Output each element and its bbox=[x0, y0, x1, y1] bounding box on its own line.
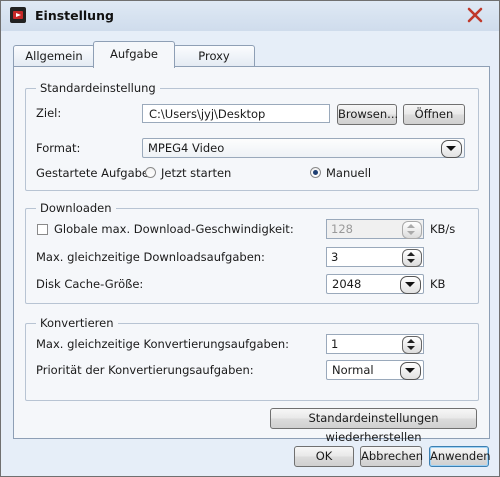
restore-defaults-button[interactable]: Standardeinstellungen wiederherstellen bbox=[270, 408, 477, 444]
apply-button[interactable]: Anwenden bbox=[429, 446, 491, 467]
format-select[interactable]: MPEG4 Video bbox=[142, 138, 465, 158]
max-downloads-spinner[interactable]: 3 bbox=[326, 247, 424, 267]
target-path-field[interactable]: C:\Users\jyj\Desktop bbox=[142, 104, 330, 123]
started-task-label: Gestartete Aufgabe: bbox=[36, 166, 153, 180]
global-speed-value: 128 bbox=[331, 222, 353, 236]
settings-dialog: Einstellung Allgemein Aufgabe Proxy Stan… bbox=[0, 0, 500, 477]
tab-aufgabe[interactable]: Aufgabe bbox=[93, 41, 175, 68]
priority-select[interactable]: Normal bbox=[326, 360, 424, 380]
close-button[interactable] bbox=[463, 4, 487, 26]
close-icon bbox=[467, 7, 483, 23]
tab-allgemein[interactable]: Allgemein bbox=[13, 45, 95, 66]
chevron-down-icon bbox=[400, 276, 421, 294]
group-convert-title: Konvertieren bbox=[36, 316, 118, 330]
target-label: Ziel: bbox=[36, 106, 62, 120]
radio-start-now[interactable] bbox=[145, 167, 156, 178]
max-downloads-value: 3 bbox=[331, 250, 339, 264]
global-speed-label: Globale max. Download-Geschwindigkeit: bbox=[54, 222, 294, 236]
manual-label: Manuell bbox=[326, 166, 372, 180]
cache-unit: KB bbox=[430, 277, 446, 291]
group-standard-title: Standardeinstellung bbox=[36, 81, 160, 95]
format-label: Format: bbox=[36, 141, 81, 155]
cancel-button[interactable]: Abbrechen bbox=[360, 446, 423, 467]
cache-select[interactable]: 2048 bbox=[326, 274, 424, 294]
global-speed-spinner[interactable]: 128 bbox=[326, 219, 424, 239]
max-downloads-label: Max. gleichzeitige Downloadsaufgaben: bbox=[36, 250, 265, 264]
chevron-down-icon bbox=[441, 140, 462, 158]
max-convert-label: Max. gleichzeitige Konvertierungsaufgabe… bbox=[36, 337, 290, 351]
cache-label: Disk Cache-Größe: bbox=[36, 277, 144, 291]
speed-unit: KB/s bbox=[430, 222, 456, 236]
ok-button[interactable]: OK bbox=[294, 446, 354, 467]
browse-button[interactable]: Browsen... bbox=[337, 104, 398, 125]
cache-value: 2048 bbox=[332, 277, 362, 291]
window-title: Einstellung bbox=[35, 8, 114, 23]
priority-label: Priorität der Konvertierungsaufgaben: bbox=[36, 363, 254, 377]
priority-value: Normal bbox=[332, 363, 374, 377]
group-downloads-title: Downloaden bbox=[36, 201, 116, 215]
tab-proxy[interactable]: Proxy bbox=[173, 45, 255, 66]
max-convert-value: 1 bbox=[331, 337, 339, 351]
spinner-arrows-icon bbox=[402, 336, 422, 354]
app-icon bbox=[10, 7, 26, 23]
format-select-value: MPEG4 Video bbox=[148, 141, 225, 155]
spinner-arrows-icon bbox=[402, 249, 422, 267]
global-speed-checkbox[interactable] bbox=[37, 224, 48, 235]
open-button[interactable]: Öffnen bbox=[403, 104, 465, 125]
title-bar: Einstellung bbox=[1, 1, 499, 31]
max-convert-spinner[interactable]: 1 bbox=[326, 334, 424, 354]
spinner-arrows-icon bbox=[402, 221, 422, 239]
start-now-label: Jetzt starten bbox=[161, 166, 232, 180]
radio-manual[interactable] bbox=[310, 167, 321, 178]
chevron-down-icon bbox=[400, 362, 421, 380]
